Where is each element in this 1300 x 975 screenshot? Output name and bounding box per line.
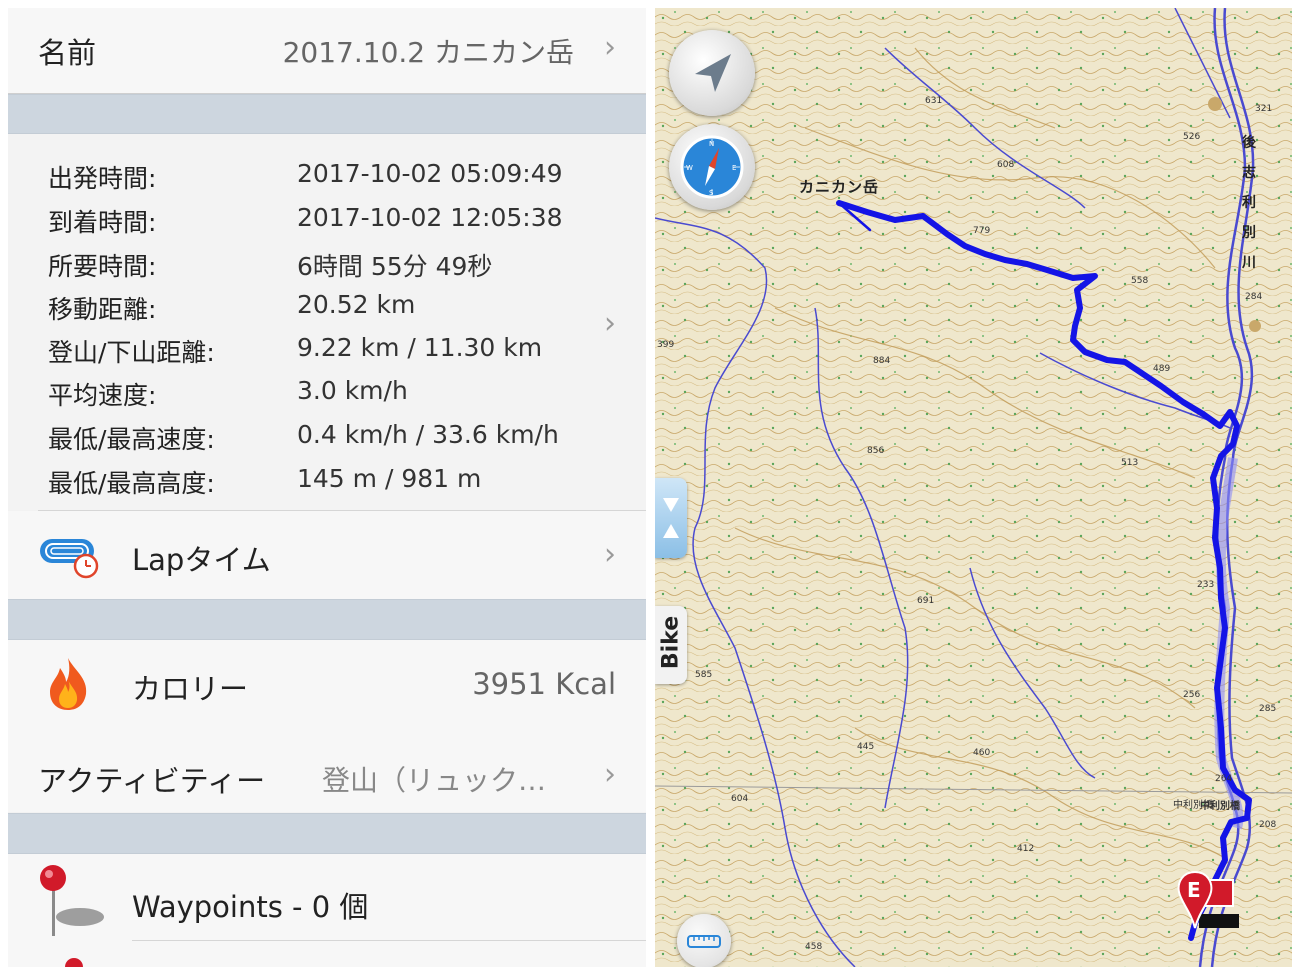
activity-type-label: Bike	[658, 615, 684, 670]
end-marker-label: E	[1187, 878, 1201, 902]
end-marker[interactable]: E	[1177, 868, 1241, 948]
elevation-label: 445	[857, 742, 875, 752]
section-separator	[8, 599, 646, 640]
stat-label-speed-range: 最低/最高速度:	[48, 425, 215, 454]
elevation-label: 489	[1153, 364, 1171, 374]
stat-value-avg-speed: 3.0 km/h	[297, 376, 408, 405]
map-pin-icon	[65, 958, 83, 967]
chevron-right-icon: ›	[604, 306, 616, 341]
elevation-label: 691	[917, 596, 935, 606]
elevation-label: 458	[805, 942, 823, 952]
chevron-right-icon: ›	[604, 757, 616, 792]
compass-button[interactable]: N S W E	[669, 124, 755, 210]
name-value: 2017.10.2 カニカン岳	[282, 36, 574, 69]
elevation-label: 631	[925, 96, 943, 106]
flame-icon	[50, 658, 87, 710]
svg-text:E: E	[732, 164, 736, 172]
chevron-right-icon: ›	[604, 537, 616, 572]
chevron-right-icon: ›	[604, 30, 616, 65]
calorie-value: 3951 Kcal	[472, 667, 616, 701]
stat-label-altitude-range: 最低/最高高度:	[48, 469, 215, 498]
stats-block[interactable]: 出発時間: 2017-10-02 05:09:49 到着時間: 2017-10-…	[8, 134, 646, 510]
activity-value: 登山（リュック…	[322, 764, 547, 797]
elevation-label: 233	[1197, 580, 1215, 590]
stat-label-duration: 所要時間:	[48, 252, 157, 281]
svg-text:W: W	[686, 164, 693, 172]
elevation-label: 208	[1259, 820, 1277, 830]
stat-value-altitude-range: 145 m / 981 m	[297, 464, 482, 493]
elevation-label: 558	[1131, 276, 1149, 286]
name-label: 名前	[38, 36, 97, 70]
stat-label-arrival: 到着時間:	[48, 208, 157, 237]
map-pin-icon	[40, 865, 104, 936]
river-label: 後志利別川	[1242, 135, 1256, 271]
svg-text:S: S	[709, 189, 714, 197]
activity-detail-panel: 名前 2017.10.2 カニカン岳 › 出発時間: 2017-10-02 05…	[8, 8, 646, 967]
lap-timer-icon	[40, 539, 99, 579]
stat-value-arrival: 2017-10-02 12:05:38	[297, 203, 563, 232]
ruler-icon	[687, 935, 721, 948]
activity-type-tab[interactable]: Bike	[655, 606, 687, 684]
peak-label: カニカン岳	[799, 178, 880, 196]
stat-label-departure: 出発時間:	[48, 164, 157, 193]
elevation-label: 526	[1183, 132, 1201, 142]
section-separator	[8, 813, 646, 854]
elevation-label: 264	[1215, 774, 1233, 784]
compass-icon: N S W E	[680, 135, 744, 199]
elevation-label: 604	[731, 794, 749, 804]
elevation-label: 884	[873, 356, 891, 366]
measure-button[interactable]	[677, 914, 731, 967]
expand-collapse-icon	[663, 498, 679, 538]
activity-row[interactable]: アクティビティー 登山（リュック… ›	[8, 726, 646, 812]
locate-button[interactable]	[669, 30, 755, 116]
panel-toggle-tab[interactable]	[655, 478, 687, 558]
name-row[interactable]: 名前 2017.10.2 カニカン岳 ›	[8, 8, 646, 94]
elevation-label: 256	[1183, 690, 1201, 700]
stat-value-duration: 6時間 55分 49秒	[297, 252, 493, 281]
activity-label: アクティビティー	[38, 764, 266, 798]
lap-time-row[interactable]: Lapタイム ›	[8, 511, 646, 599]
elevation-label: 399	[657, 340, 675, 350]
calorie-label: カロリー	[132, 672, 249, 706]
stat-label-avg-speed: 平均速度:	[48, 381, 157, 410]
waypoints-row[interactable]: Waypoints - 0 個	[8, 854, 646, 967]
route-map[interactable]: 中利別橋 中利別橋 カニカン岳 後志利別川 631 608 526 779 55…	[655, 8, 1292, 967]
stat-value-up-down-distance: 9.22 km / 11.30 km	[297, 333, 543, 362]
elevation-label: 285	[1259, 704, 1277, 714]
stat-label-distance: 移動距離:	[48, 295, 157, 324]
elevation-label: 321	[1255, 104, 1273, 114]
stat-value-departure: 2017-10-02 05:09:49	[297, 159, 563, 188]
elevation-label: 284	[1245, 292, 1263, 302]
bridge-label: 中利別橋	[1200, 801, 1240, 812]
calorie-row: カロリー 3951 Kcal	[8, 640, 646, 726]
section-separator	[8, 94, 646, 134]
stat-value-speed-range: 0.4 km/h / 33.6 km/h	[297, 420, 559, 449]
stat-label-up-down-distance: 登山/下山距離:	[48, 338, 215, 367]
stat-value-distance: 20.52 km	[297, 290, 416, 319]
elevation-label: 856	[867, 446, 885, 456]
elevation-label: 513	[1121, 458, 1139, 468]
elevation-label: 460	[973, 748, 991, 758]
lap-time-label: Lapタイム	[132, 543, 271, 577]
elevation-label: 412	[1017, 844, 1035, 854]
elevation-label: 585	[695, 670, 713, 680]
waypoints-label: Waypoints - 0 個	[132, 890, 369, 924]
row-divider	[132, 940, 646, 941]
location-arrow-icon	[695, 54, 731, 92]
elevation-label: 779	[973, 226, 991, 236]
svg-text:N: N	[709, 140, 714, 148]
elevation-label: 608	[997, 160, 1015, 170]
